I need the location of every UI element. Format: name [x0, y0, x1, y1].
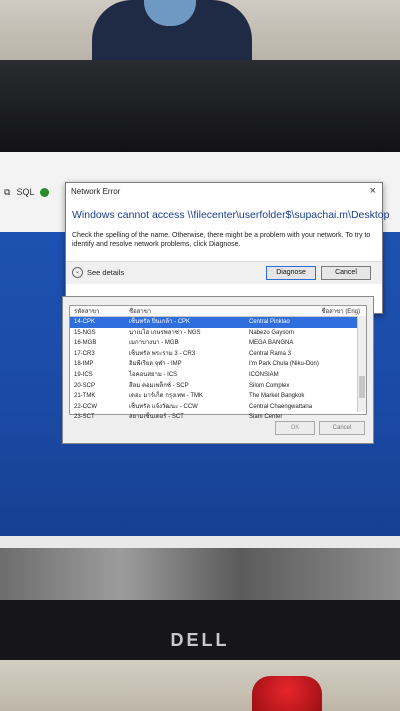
- scroll-thumb[interactable]: [359, 376, 365, 398]
- row-name-th: เมกาบางนา - MGB: [129, 340, 179, 347]
- row-code: 23-SCT: [74, 414, 95, 421]
- list-row[interactable]: 17-CR3 เซ็นทรัล พระราม 3 - CR3 Central Ram…: [70, 349, 366, 360]
- row-code: 20-SCP: [74, 382, 96, 389]
- row-name-en: I'm Park Chula (Niku-Don): [249, 361, 319, 368]
- row-name-th: เดอะ มาร์เก็ต กรุงเทพ - TMK: [129, 393, 203, 400]
- scrollbar[interactable]: [357, 316, 366, 412]
- row-name-th: นาเบโฮ เกษรพลาซ่า - NGS: [129, 329, 201, 336]
- row-name-en: ICONSIAM: [249, 371, 279, 378]
- dialog-title: Network Error: [71, 187, 121, 196]
- row-code: 19-ICS: [74, 371, 93, 378]
- row-name-en: MEGA BANGNA: [249, 340, 294, 347]
- diagnose-button[interactable]: Diagnose: [266, 266, 316, 280]
- list-cancel-button[interactable]: Cancel: [319, 421, 365, 435]
- list-row[interactable]: 18-IMP อิมพีเรียล จุฬา - IMP I'm Park Chul…: [70, 359, 366, 370]
- list-row[interactable]: 20-SCP สีลม คอมเพล็กซ์ - SCP Silom Complex: [70, 381, 366, 392]
- row-name-th: อิมพีเรียล จุฬา - IMP: [129, 361, 182, 368]
- user-icon[interactable]: [40, 187, 50, 197]
- row-code: 16-MGB: [74, 340, 97, 347]
- row-code: 22-CCW: [74, 403, 98, 410]
- list-rows: 14-CPK เซ็นทรัล ปิ่นเกล้า - CPK Central Pi…: [70, 317, 366, 423]
- header-code[interactable]: รหัสสาขา: [70, 306, 129, 316]
- list-row[interactable]: 14-CPK เซ็นทรัล ปิ่นเกล้า - CPK Central Pi…: [70, 317, 366, 328]
- desktop-wallpaper: [0, 548, 400, 600]
- toolbar-strip: ⧉ SQL: [0, 182, 74, 202]
- branch-list: รหัสสาขา ชื่อสาขา ชื่อสาขา (Eng) 14-CPK เ…: [69, 305, 367, 420]
- branch-selector-dialog: รหัสสาขา ชื่อสาขา ชื่อสาขา (Eng) 14-CPK เ…: [62, 296, 374, 444]
- row-name-en: The Market Bangkok: [249, 393, 305, 400]
- row-code: 21-TMK: [74, 393, 96, 400]
- list-row[interactable]: 21-TMK เดอะ มาร์เก็ต กรุงเทพ - TMK The Mar…: [70, 391, 366, 402]
- row-name-th: สยามเซ็นเตอร์ - SCT: [129, 414, 184, 421]
- dell-logo: DELL: [170, 630, 230, 650]
- row-code: 18-IMP: [74, 361, 94, 368]
- row-name-th: ไอคอนสยาม - ICS: [129, 371, 178, 378]
- desk-surface: [0, 660, 400, 711]
- row-name-en: Nabezo Gaysorn: [249, 329, 295, 336]
- cancel-button[interactable]: Cancel: [321, 266, 371, 280]
- row-code: 17-CR3: [74, 350, 95, 357]
- row-name-th: สีลม คอมเพล็กซ์ - SCP: [129, 382, 189, 389]
- db-icon[interactable]: ⧉: [4, 187, 10, 198]
- row-name-th: เซ็นทรัล แจ้งวัฒนะ - CCW: [129, 403, 198, 410]
- row-name-th: เซ็นทรัล ปิ่นเกล้า - CPK: [129, 319, 191, 325]
- list-row[interactable]: 19-ICS ไอคอนสยาม - ICS ICONSIAM: [70, 370, 366, 381]
- dialog-footer: ⌄ See details Diagnose Cancel: [66, 261, 382, 284]
- header-name-en[interactable]: ชื่อสาขา (Eng): [249, 306, 366, 316]
- list-row[interactable]: 16-MGB เมกาบางนา - MGB MEGA BANGNA: [70, 338, 366, 349]
- row-name-en: Central Pinklao: [249, 319, 290, 325]
- row-name-en: Silom Complex: [249, 382, 290, 389]
- red-ornament: [252, 676, 322, 711]
- chevron-down-icon: ⌄: [72, 267, 83, 278]
- network-error-dialog: Network Error × Windows cannot access \\…: [65, 182, 390, 314]
- screen-lower-band: [0, 536, 400, 548]
- sql-button[interactable]: SQL: [16, 187, 34, 197]
- main-instruction: Windows cannot access \\filecenter\userf…: [72, 209, 390, 221]
- monitor-screen: ⧉ SQL Network Error × Windows cannot acc…: [0, 152, 400, 600]
- see-details-toggle[interactable]: ⌄ See details: [72, 267, 124, 278]
- monitor-top-bezel: [0, 60, 400, 152]
- list-row[interactable]: 15-NGS นาเบโฮ เกษรพลาซ่า - NGS Nabezo Gays…: [70, 328, 366, 339]
- row-name-en: Central Chaengwattana: [249, 403, 313, 410]
- row-code: 15-NGS: [74, 329, 96, 336]
- ok-button[interactable]: OK: [275, 421, 315, 435]
- row-name-en: Central Rama 3: [249, 350, 292, 357]
- list-row[interactable]: 22-CCW เซ็นทรัล แจ้งวัฒนะ - CCW Central Ch…: [70, 402, 366, 413]
- row-code: 14-CPK: [74, 319, 96, 325]
- list-header: รหัสสาขา ชื่อสาขา ชื่อสาขา (Eng): [70, 306, 366, 317]
- see-details-label: See details: [87, 268, 125, 277]
- header-name-th[interactable]: ชื่อสาขา: [129, 306, 249, 316]
- row-name-th: เซ็นทรัล พระราม 3 - CR3: [129, 350, 196, 357]
- dialog-body-text: Check the spelling of the name. Otherwis…: [72, 232, 371, 248]
- close-icon[interactable]: ×: [370, 185, 376, 197]
